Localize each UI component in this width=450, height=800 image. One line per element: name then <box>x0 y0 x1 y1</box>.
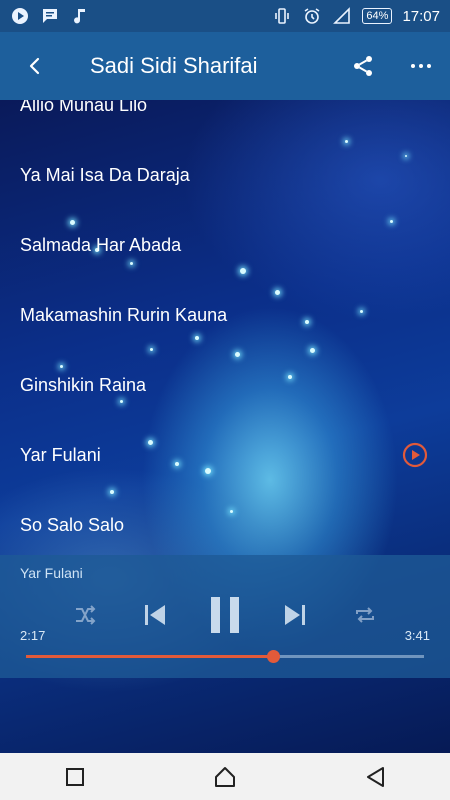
player-panel: Yar Fulani 2:17 3:41 <box>0 555 450 678</box>
back-icon[interactable] <box>345 753 405 800</box>
next-icon[interactable] <box>270 595 320 635</box>
song-title: Salmada Har Abada <box>20 234 182 255</box>
song-title: Ya Mai Isa Da Daraja <box>20 164 190 185</box>
page-title: Sadi Sidi Sharifai <box>90 53 258 78</box>
list-item[interactable]: Salmada Har Abada <box>0 210 450 280</box>
seek-thumb[interactable] <box>266 650 280 663</box>
song-title: Allio Munau Lilo <box>20 100 148 115</box>
shuffle-icon[interactable] <box>60 595 110 635</box>
previous-icon[interactable] <box>130 595 180 635</box>
player-controls <box>60 595 390 635</box>
clock: 17:07 <box>402 7 440 25</box>
list-item[interactable]: Ginshikin Raina <box>0 350 450 420</box>
song-title: Yar Fulani <box>20 444 101 465</box>
seek-bar[interactable] <box>26 650 424 663</box>
repeat-icon[interactable] <box>340 595 390 635</box>
share-icon[interactable] <box>334 32 392 100</box>
recents-icon[interactable] <box>45 753 105 800</box>
signal-icon <box>332 6 352 26</box>
app-bar: Sadi Sidi Sharifai <box>0 32 450 100</box>
current-time: 2:17 <box>20 628 46 643</box>
more-icon[interactable] <box>392 32 450 100</box>
play-circle-icon <box>10 6 30 26</box>
now-playing-title: Yar Fulani <box>20 565 83 581</box>
back-arrow-icon[interactable] <box>0 32 70 100</box>
list-item[interactable]: Allio Munau Lilo <box>0 100 450 140</box>
song-title: Makamashin Rurin Kauna <box>20 304 228 325</box>
list-item[interactable]: Ya Mai Isa Da Daraja <box>0 140 450 210</box>
list-item[interactable]: Makamashin Rurin Kauna <box>0 280 450 350</box>
vibrate-icon <box>272 6 292 26</box>
nav-bar <box>0 753 450 800</box>
message-icon <box>40 6 60 26</box>
status-bar: 64% 17:07 <box>0 0 450 32</box>
song-list: Allio Munau Lilo Ya Mai Isa Da Daraja Sa… <box>0 100 450 560</box>
pause-icon[interactable] <box>200 595 250 635</box>
battery-icon: 64% <box>362 8 393 24</box>
total-time: 3:41 <box>404 628 430 643</box>
song-title: Ginshikin Raina <box>20 374 147 395</box>
seek-progress <box>26 655 273 658</box>
music-note-icon <box>70 6 90 26</box>
play-circle-icon[interactable] <box>402 442 428 468</box>
list-item[interactable]: So Salo Salo <box>0 490 450 560</box>
list-item-playing[interactable]: Yar Fulani <box>0 420 450 490</box>
alarm-icon <box>302 6 322 26</box>
song-title: So Salo Salo <box>20 514 125 535</box>
home-icon[interactable] <box>195 753 255 800</box>
